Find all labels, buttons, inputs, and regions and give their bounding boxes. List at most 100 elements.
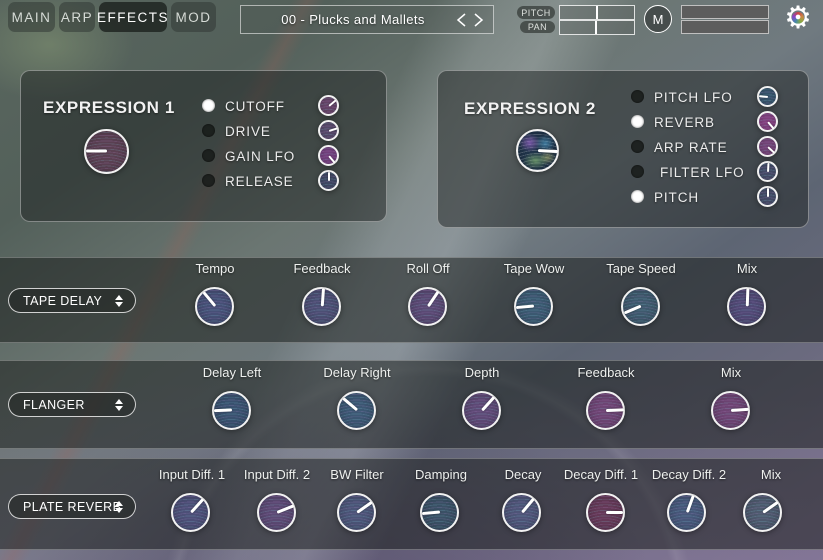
knob-label-delay-right: Delay Right [323,365,390,380]
pitch-slider-handle[interactable] [596,6,598,19]
delay-mix-knob[interactable] [727,287,766,326]
expression2-panel: EXPRESSION 2 PITCH LFO REVERB ARP RATE F… [437,70,809,228]
delay-left-knob[interactable] [212,391,251,430]
radio-pitch-lfo[interactable] [631,90,644,103]
preset-prev-icon[interactable] [455,12,467,28]
preset-selector[interactable]: 00 - Plucks and Mallets [240,5,494,34]
option-label-gain-lfo: GAIN LFO [225,149,295,164]
knob-pointer [759,95,768,98]
knob-label-feedback: Feedback [293,261,350,276]
knob-label-delay-mix: Mix [737,261,757,276]
reverb-mix-knob[interactable] [743,493,782,532]
radio-arp-rate[interactable] [631,140,644,153]
tab-main-label: MAIN [12,10,52,25]
option-label-pitch-lfo: PITCH LFO [654,90,733,105]
expression1-knob[interactable] [84,129,129,174]
drive-knob[interactable] [318,120,339,141]
radio-pitch[interactable] [631,190,644,203]
tab-mod[interactable]: MOD [171,2,216,32]
filter-lfo-knob[interactable] [757,161,778,182]
cutoff-knob[interactable] [318,95,339,116]
damping-knob[interactable] [420,493,459,532]
effect2-selector[interactable]: FLANGER [8,392,136,417]
knob-label-flanger-mix: Mix [721,365,741,380]
pan-slider-handle[interactable] [595,21,597,34]
knob-label-flanger-feedback: Feedback [577,365,634,380]
radio-gain-lfo[interactable] [202,149,215,162]
preset-next-icon[interactable] [473,12,485,28]
knob-pointer [767,163,769,172]
release-knob[interactable] [318,170,339,191]
tape-wow-knob[interactable] [514,287,553,326]
mute-button[interactable]: M [644,5,672,33]
updown-arrows-icon [115,399,123,411]
preset-name: 00 - Plucks and Mallets [281,12,425,27]
pitch-mod-knob[interactable] [757,186,778,207]
radio-filter-lfo[interactable] [631,165,644,178]
flanger-feedback-knob[interactable] [586,391,625,430]
tab-arp[interactable]: ARP [59,2,95,32]
radio-reverb[interactable] [631,115,644,128]
effect3-selector[interactable]: PLATE REVERB [8,494,136,519]
expression1-panel: EXPRESSION 1 CUTOFF DRIVE GAIN LFO RELEA… [20,70,387,222]
knob-label-input-diff-1: Input Diff. 1 [159,467,225,482]
option-label-cutoff: CUTOFF [225,99,285,114]
tab-effects-label: EFFECTS [97,10,169,25]
depth-knob[interactable] [462,391,501,430]
roll-off-knob[interactable] [408,287,447,326]
expression2-knob[interactable] [516,129,559,172]
option-label-release: RELEASE [225,174,294,189]
pitch-lfo-knob[interactable] [757,86,778,107]
pitch-slider[interactable] [559,5,635,20]
knob-pointer [86,150,107,153]
gain-lfo-knob[interactable] [318,145,339,166]
updown-arrows-icon [115,501,123,513]
tape-speed-knob[interactable] [621,287,660,326]
option-label-pitch: PITCH [654,190,699,205]
option-label-arp-rate: ARP RATE [654,140,727,155]
pan-label: PAN [520,21,555,33]
decay-knob[interactable] [502,493,541,532]
radio-drive[interactable] [202,124,215,137]
tab-mod-label: MOD [176,10,212,25]
delay-feedback-knob[interactable] [302,287,341,326]
settings-button[interactable]: ⚙ [781,1,815,35]
knob-label-tape-speed: Tape Speed [606,261,675,276]
effect2-selector-label: FLANGER [23,398,85,412]
knob-label-roll-off: Roll Off [406,261,449,276]
knob-label-decay-diff-1: Decay Diff. 1 [564,467,638,482]
option-label-reverb: REVERB [654,115,715,130]
tempo-knob[interactable] [195,287,234,326]
bw-filter-knob[interactable] [337,493,376,532]
knob-label-depth: Depth [465,365,500,380]
output-meter-left [681,5,769,19]
tab-effects[interactable]: EFFECTS [99,2,167,32]
mute-button-label: M [653,12,664,27]
reverb-knob[interactable] [757,111,778,132]
knob-pointer [606,511,624,514]
radio-cutoff[interactable] [202,99,215,112]
knob-label-tempo: Tempo [195,261,234,276]
decay-diff-1-knob[interactable] [586,493,625,532]
delay-right-knob[interactable] [337,391,376,430]
output-meter-right [681,20,769,34]
pan-slider[interactable] [559,20,635,35]
effect1-selector[interactable]: TAPE DELAY [8,288,136,313]
knob-label-tape-wow: Tape Wow [504,261,564,276]
knob-pointer [320,289,324,307]
knob-label-damping: Damping [415,467,467,482]
option-label-drive: DRIVE [225,124,271,139]
knob-label-decay-diff-2: Decay Diff. 2 [652,467,726,482]
tab-main[interactable]: MAIN [8,2,55,32]
knob-label-decay: Decay [505,467,542,482]
expression2-title: EXPRESSION 2 [464,99,596,119]
plugin-window: MAIN ARP EFFECTS MOD 00 - Plucks and Mal… [0,0,823,560]
radio-release[interactable] [202,174,215,187]
input-diff-2-knob[interactable] [257,493,296,532]
flanger-mix-knob[interactable] [711,391,750,430]
decay-diff-2-knob[interactable] [667,493,706,532]
knob-pointer [328,172,330,181]
arp-rate-knob[interactable] [757,136,778,157]
input-diff-1-knob[interactable] [171,493,210,532]
expression1-title: EXPRESSION 1 [43,98,175,118]
